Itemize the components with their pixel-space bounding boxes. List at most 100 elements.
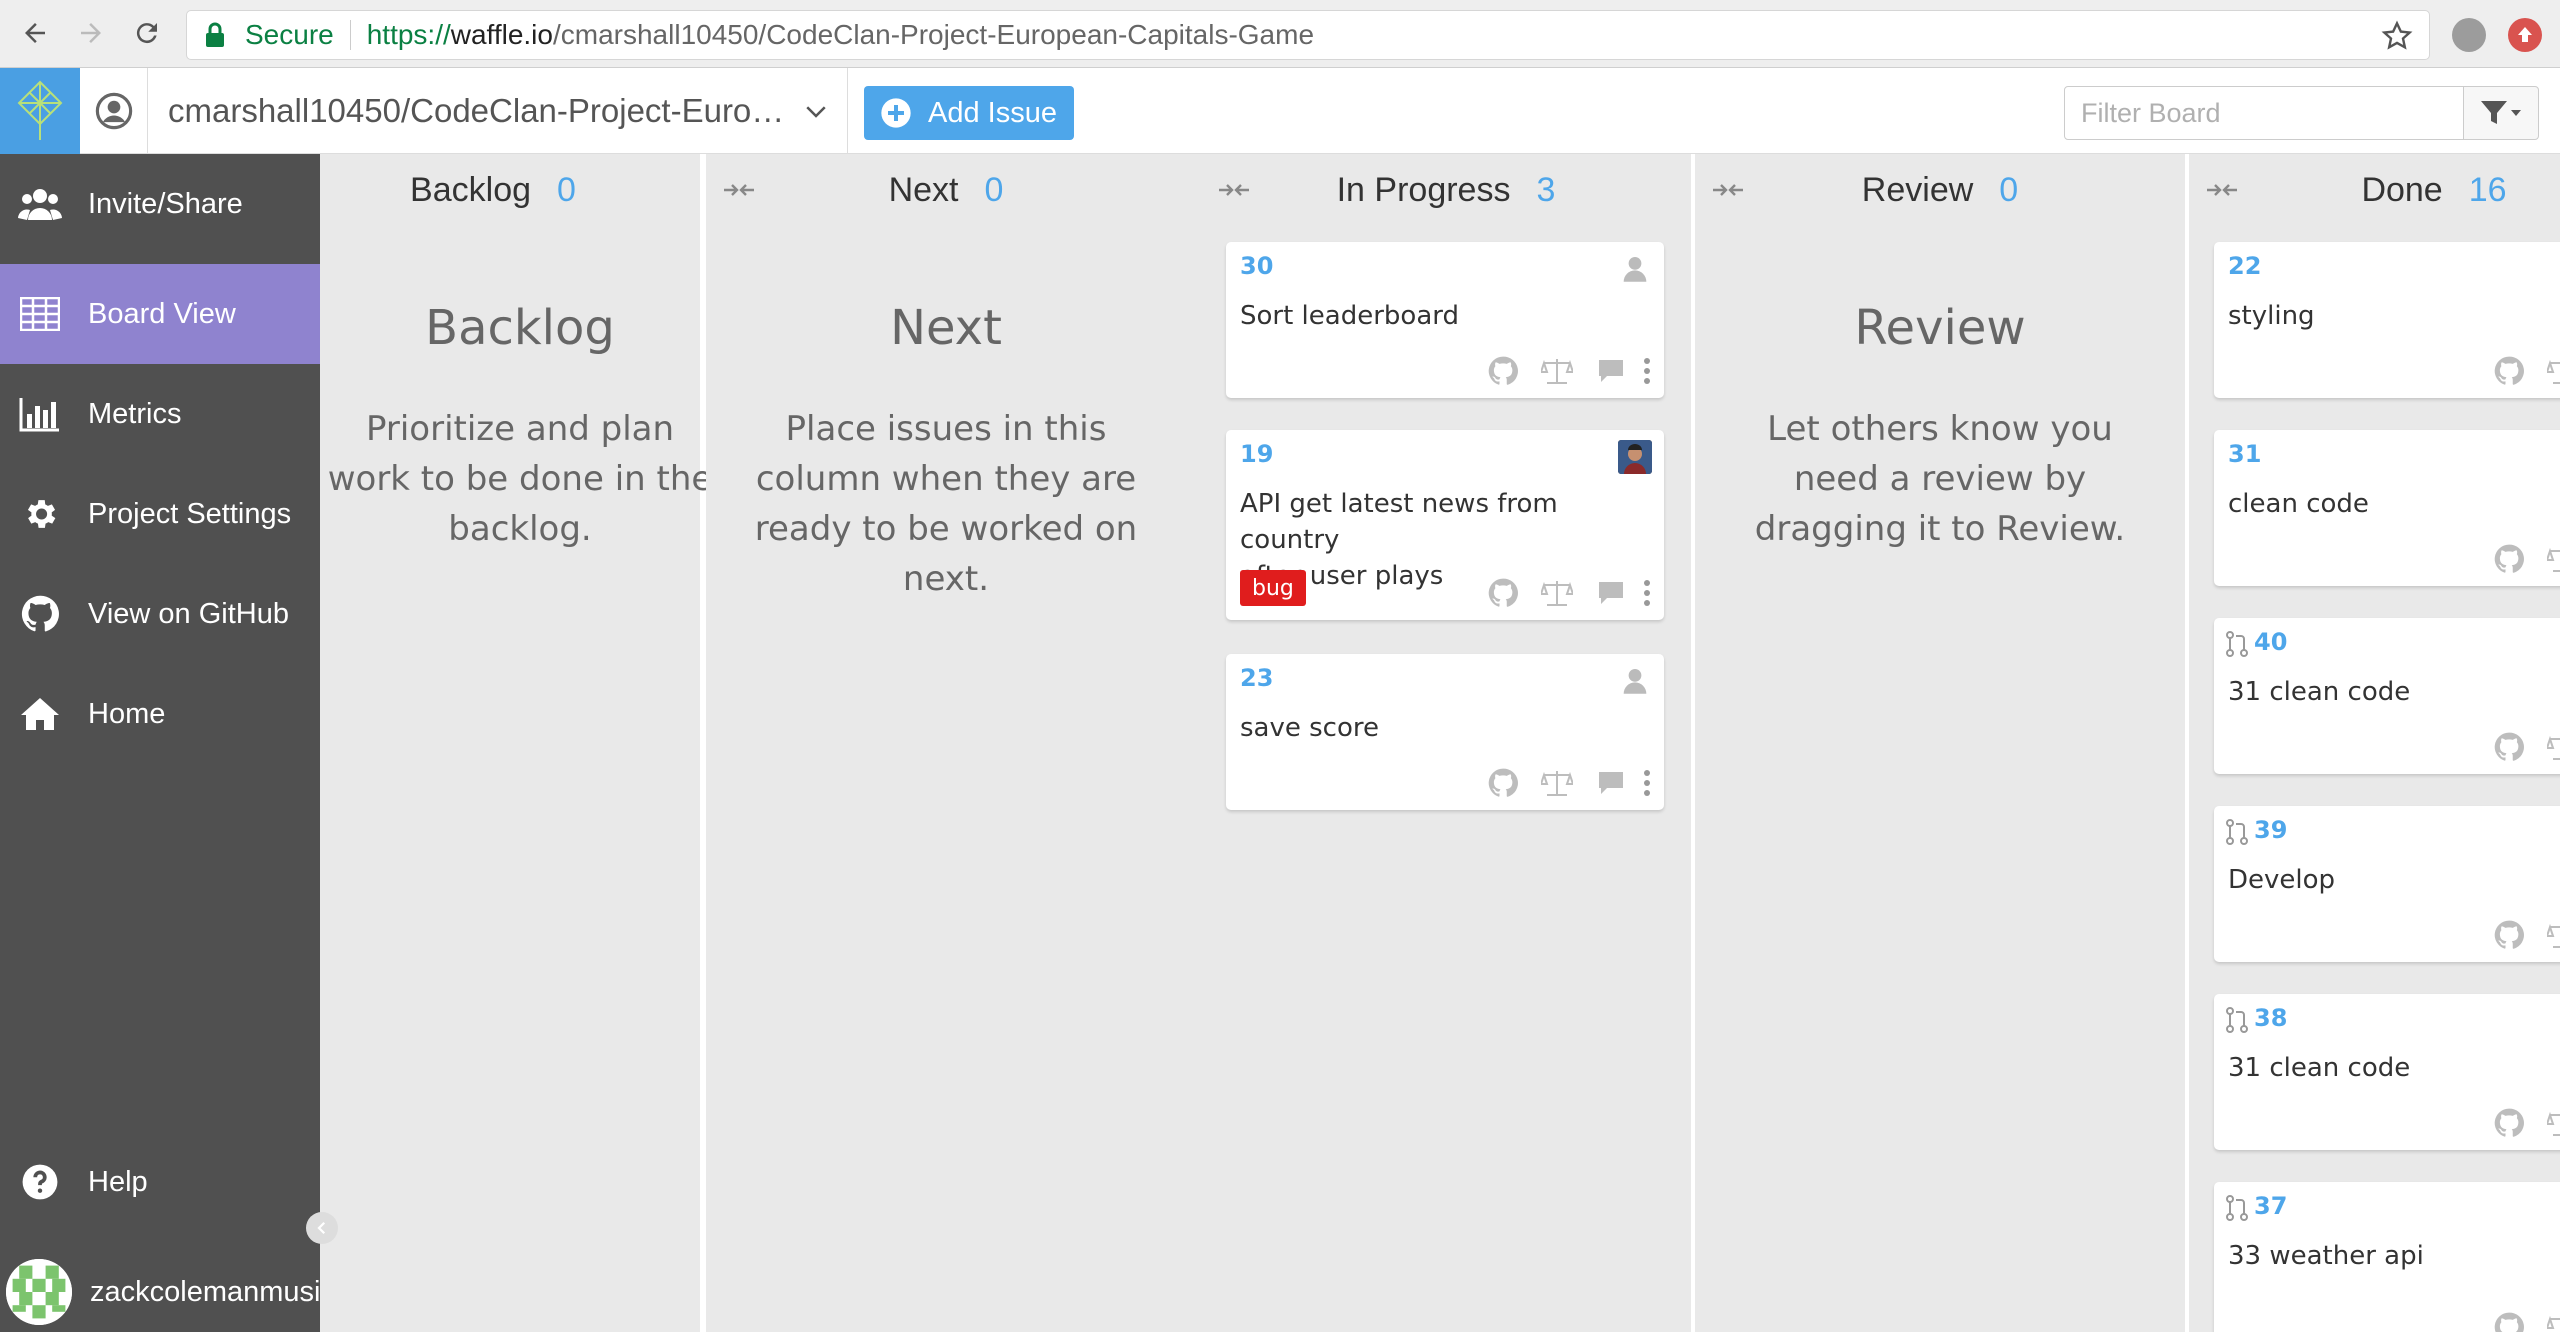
extension-upload-icon[interactable] — [2508, 18, 2542, 52]
back-arrow-icon — [25, 23, 45, 43]
collapse-sidebar-button[interactable] — [306, 1212, 338, 1244]
chevron-down-icon — [806, 106, 826, 118]
collapse-column-icon[interactable] — [1217, 180, 1251, 200]
bookmark-star-icon[interactable] — [2381, 20, 2413, 52]
column-count: 16 — [2468, 170, 2507, 209]
issue-title: 31 clean code — [2228, 1053, 2411, 1083]
extension-icon[interactable] — [2452, 18, 2486, 52]
description-line: Place issues in this — [785, 409, 1107, 449]
sidebar-item-metrics[interactable]: Metrics — [0, 364, 320, 464]
empty-column-title: Review — [1854, 300, 2026, 356]
scale-icon[interactable] — [1540, 578, 1574, 608]
unassigned-user-icon[interactable] — [1618, 252, 1652, 286]
description-line: dragging it to Review. — [1754, 509, 2126, 549]
issue-card[interactable]: 31 clean code — [2214, 430, 2560, 586]
sidebar-item-label: Project Settings — [88, 497, 292, 530]
current-user[interactable]: zackcolemanmusic — [0, 1252, 320, 1332]
issue-title-line: API get latest news from country — [1240, 489, 1558, 555]
empty-column-description: Place issues in this column when they ar… — [706, 404, 1186, 604]
issue-number: 39 — [2254, 816, 2288, 844]
waffle-logo-icon — [17, 80, 63, 140]
issue-number: 37 — [2254, 1192, 2288, 1220]
column-header: Review 0 — [1695, 154, 2185, 226]
board: Backlog 0 Backlog Prioritize and plan wo… — [320, 154, 2560, 1332]
comment-icon[interactable] — [1594, 578, 1628, 608]
sidebar-item-project-settings[interactable]: Project Settings — [0, 464, 320, 564]
github-icon[interactable] — [1486, 356, 1520, 386]
waffle-logo[interactable] — [0, 68, 80, 154]
filter-options-button[interactable] — [2463, 86, 2539, 140]
issue-card[interactable]: 23 save score — [1226, 654, 1664, 810]
column-title: In Progress — [1336, 170, 1511, 209]
issue-card[interactable]: 37 33 weather api — [2214, 1182, 2560, 1332]
scale-icon[interactable] — [2546, 1312, 2560, 1332]
card-actions — [1466, 356, 1656, 386]
github-icon[interactable] — [2492, 356, 2526, 386]
collapse-column-icon[interactable] — [1711, 180, 1745, 200]
url-path: /cmarshall10450/CodeClan-Project-Europea… — [552, 19, 1315, 50]
collapse-column-icon[interactable] — [2205, 180, 2239, 200]
scale-icon[interactable] — [1540, 356, 1574, 386]
github-icon[interactable] — [2492, 1108, 2526, 1138]
description-line: next. — [902, 559, 990, 599]
scale-icon[interactable] — [2546, 732, 2560, 762]
repo-selector[interactable]: cmarshall10450/CodeClan-Project-Euro… — [148, 68, 848, 154]
back-button[interactable] — [18, 16, 52, 50]
home-icon — [18, 692, 62, 736]
more-options-icon[interactable] — [1642, 356, 1652, 386]
browser-toolbar: Secure https://waffle.io/cmarshall10450/… — [0, 0, 2560, 68]
issue-card[interactable]: 30 Sort leaderboard — [1226, 242, 1664, 398]
help-circle-icon — [18, 1160, 62, 1204]
sidebar-item-label: Metrics — [88, 397, 182, 430]
issue-card[interactable]: 22 styling — [2214, 242, 2560, 398]
avatar[interactable] — [1618, 440, 1652, 474]
github-icon[interactable] — [2492, 732, 2526, 762]
comment-icon[interactable] — [1594, 768, 1628, 798]
reload-button[interactable] — [130, 16, 164, 50]
add-issue-button[interactable]: Add Issue — [864, 86, 1074, 140]
app-header: cmarshall10450/CodeClan-Project-Euro… Ad… — [0, 68, 2560, 154]
unassigned-user-icon[interactable] — [1618, 664, 1652, 698]
scale-icon[interactable] — [2546, 544, 2560, 574]
bar-chart-icon — [18, 392, 62, 436]
github-icon[interactable] — [1486, 578, 1520, 608]
more-options-icon[interactable] — [1642, 768, 1652, 798]
issue-card[interactable]: 19 API get latest news from country afte… — [1226, 430, 1664, 620]
add-issue-label: Add Issue — [928, 96, 1057, 129]
account-button[interactable] — [80, 68, 148, 154]
issue-number: 40 — [2254, 628, 2288, 656]
issue-number: 31 — [2228, 440, 2262, 468]
issue-card[interactable]: 40 31 clean code — [2214, 618, 2560, 774]
description-line: Let others know you — [1767, 409, 2113, 449]
github-icon[interactable] — [2492, 920, 2526, 950]
address-bar[interactable]: Secure https://waffle.io/cmarshall10450/… — [186, 10, 2430, 60]
pull-request-icon — [2226, 1195, 2248, 1221]
sidebar-item-view-on-github[interactable]: View on GitHub — [0, 564, 320, 664]
sidebar-item-board-view[interactable]: Board View — [0, 264, 320, 364]
table-icon — [18, 292, 62, 336]
filter-board-input[interactable] — [2064, 86, 2464, 140]
comment-icon[interactable] — [1594, 356, 1628, 386]
sidebar-item-help[interactable]: Help — [0, 1132, 320, 1232]
forward-button[interactable] — [74, 16, 108, 50]
collapse-column-icon[interactable] — [722, 180, 756, 200]
issue-title: styling — [2228, 301, 2315, 331]
sidebar-item-home[interactable]: Home — [0, 664, 320, 764]
scale-icon[interactable] — [1540, 768, 1574, 798]
scale-icon[interactable] — [2546, 356, 2560, 386]
issue-card[interactable]: 39 Develop — [2214, 806, 2560, 962]
scale-icon[interactable] — [2546, 920, 2560, 950]
column-title: Backlog — [410, 170, 532, 209]
username: zackcolemanmusic — [90, 1275, 320, 1308]
github-icon[interactable] — [2492, 1312, 2526, 1332]
issue-number: 19 — [1240, 440, 1274, 468]
more-options-icon[interactable] — [1642, 578, 1652, 608]
issue-card[interactable]: 38 31 clean code — [2214, 994, 2560, 1150]
github-icon[interactable] — [1486, 768, 1520, 798]
url-host: waffle.io — [450, 19, 553, 50]
reload-icon — [136, 23, 157, 44]
scale-icon[interactable] — [2546, 1108, 2560, 1138]
github-icon[interactable] — [2492, 544, 2526, 574]
card-actions — [1466, 768, 1656, 798]
sidebar-item-invite-share[interactable]: Invite/Share — [0, 154, 320, 254]
